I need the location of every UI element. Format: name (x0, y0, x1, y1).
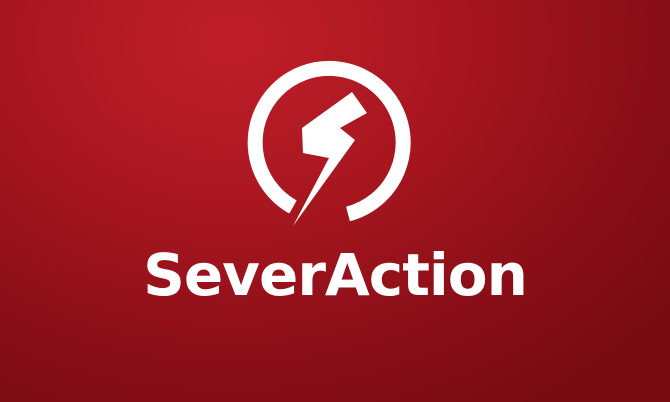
brand-wordmark: SeverAction (143, 241, 528, 309)
lightning-bolt-in-ring-icon (247, 60, 411, 226)
logo-canvas: SeverAction (0, 0, 670, 402)
